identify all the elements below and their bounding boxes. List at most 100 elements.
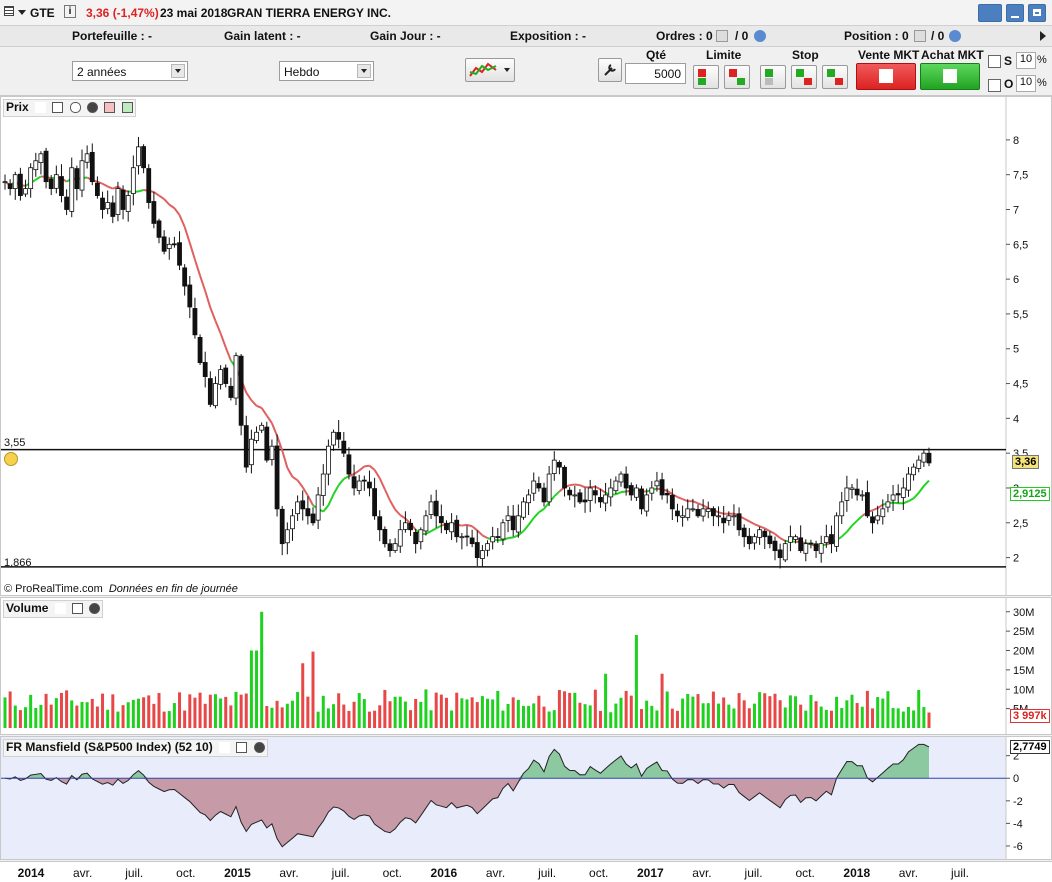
volume-bar xyxy=(804,710,808,728)
candle-body xyxy=(325,445,331,475)
o-pct-field[interactable]: 10 xyxy=(1016,75,1036,92)
credit-text: © ProRealTime.com Données en fin de jour… xyxy=(4,583,238,595)
price-candle xyxy=(59,164,64,203)
info-scroll-arrow[interactable] xyxy=(1040,31,1046,41)
wrench-icon[interactable] xyxy=(35,102,47,113)
price-candle xyxy=(854,478,860,501)
candle-body xyxy=(880,508,886,518)
volume-bar xyxy=(552,710,556,728)
volume-bar xyxy=(871,708,875,728)
candle-body xyxy=(598,496,603,503)
price-candle xyxy=(100,191,105,219)
candle-body xyxy=(433,500,439,517)
volume-chart[interactable]: 30M25M20M15M10M5M xyxy=(1,598,1051,734)
moving-average-segment xyxy=(435,524,442,530)
candle-body xyxy=(146,168,152,203)
ordres-settings-icon[interactable] xyxy=(754,30,766,42)
candle-body xyxy=(870,516,875,524)
volume-bar xyxy=(717,703,721,728)
close-icon[interactable] xyxy=(89,603,101,614)
close-icon[interactable] xyxy=(253,742,265,753)
chart-menu-icon[interactable] xyxy=(4,6,14,16)
interval-select[interactable]: Hebdo xyxy=(279,61,374,81)
period-select[interactable]: 2 années xyxy=(72,61,188,81)
stop-limit-button[interactable] xyxy=(822,65,848,89)
indicator-button[interactable] xyxy=(465,58,515,82)
moving-average-segment xyxy=(245,392,253,401)
volume-bar xyxy=(332,704,336,728)
position-settings-icon[interactable] xyxy=(949,30,961,42)
candle-body xyxy=(906,473,911,491)
moving-average-segment xyxy=(590,485,596,489)
volume-bar xyxy=(249,650,253,728)
window-icon[interactable] xyxy=(72,603,84,614)
candle-body xyxy=(182,267,188,287)
chevron-down-icon[interactable] xyxy=(171,64,185,78)
ordres-cancel-icon[interactable] xyxy=(716,30,728,42)
candle-body xyxy=(664,492,670,496)
moving-average-segment xyxy=(754,523,760,528)
chevron-down-icon[interactable] xyxy=(504,68,510,72)
candle-body xyxy=(120,189,126,210)
stop-sell-button[interactable] xyxy=(791,65,817,89)
dropdown-icon[interactable] xyxy=(18,10,26,15)
candle-body xyxy=(2,181,8,184)
volume-bar xyxy=(419,701,423,728)
volume-bar xyxy=(927,712,931,728)
price-candle xyxy=(351,464,357,496)
stop-buy-button[interactable] xyxy=(760,65,786,89)
candle-body xyxy=(264,426,270,461)
wrench-icon[interactable] xyxy=(54,603,66,614)
price-candle xyxy=(418,527,424,550)
moving-average-segment xyxy=(158,194,165,200)
keyboard-icon[interactable] xyxy=(978,4,1002,22)
price-candle xyxy=(254,426,259,444)
chevron-down-icon[interactable] xyxy=(357,64,371,78)
price-candle xyxy=(551,451,557,481)
info-icon[interactable]: i xyxy=(64,5,76,18)
interval-value: Hebdo xyxy=(284,65,320,79)
limit-sell-button[interactable] xyxy=(693,65,719,89)
minimize-icon[interactable] xyxy=(1006,4,1024,22)
position-cancel-icon[interactable] xyxy=(914,30,926,42)
price-candle xyxy=(767,531,773,549)
mansfield-panel: 2 0 -2 -4 -6 FR Mansfield (S&P500 Index) (52… xyxy=(0,736,1052,860)
o-checkbox[interactable] xyxy=(988,79,1001,92)
alarm-bell-icon[interactable] xyxy=(69,102,81,113)
window-icon[interactable] xyxy=(52,102,64,113)
s-pct-field[interactable]: 10 xyxy=(1016,52,1036,69)
alarm-bell-icon[interactable] xyxy=(4,452,18,466)
s-checkbox[interactable] xyxy=(988,55,1001,68)
sell-order-icon[interactable] xyxy=(104,102,116,113)
symbol-label[interactable]: GTE xyxy=(30,6,55,20)
volume-bar xyxy=(316,711,320,728)
volume-bar xyxy=(865,690,869,728)
volume-bar xyxy=(845,700,849,728)
volume-bar xyxy=(563,691,567,728)
candle-body xyxy=(136,146,141,167)
price-candle xyxy=(685,499,691,521)
limit-buy-button[interactable] xyxy=(724,65,750,89)
maximize-icon[interactable] xyxy=(1028,4,1046,22)
buy-order-icon[interactable] xyxy=(121,102,133,113)
order-settings-button[interactable] xyxy=(598,58,622,82)
volume-bar xyxy=(265,706,269,728)
volume-bar xyxy=(39,704,43,728)
position-slash: / 0 xyxy=(931,29,945,43)
time-axis: 2014 avr. juil. oct. 2015 avr. juil. oct. 2016 av… xyxy=(0,861,1052,882)
moving-average-segment xyxy=(327,493,335,506)
window-icon[interactable] xyxy=(236,742,248,753)
candle-body xyxy=(290,515,295,530)
price-candle xyxy=(557,460,562,475)
wrench-icon[interactable] xyxy=(219,742,231,753)
price-chart[interactable]: 87,576,565,554,543,532,52 xyxy=(1,97,1051,595)
qty-input[interactable]: 5000 xyxy=(625,63,686,84)
volume-bar xyxy=(491,699,495,728)
close-icon[interactable] xyxy=(87,102,99,113)
achat-mkt-button[interactable] xyxy=(920,63,980,90)
volume-bar xyxy=(131,699,135,728)
candle-body xyxy=(125,195,131,212)
vente-mkt-button[interactable] xyxy=(856,63,916,90)
candle-body xyxy=(479,550,485,559)
moving-average-segment xyxy=(779,537,786,542)
